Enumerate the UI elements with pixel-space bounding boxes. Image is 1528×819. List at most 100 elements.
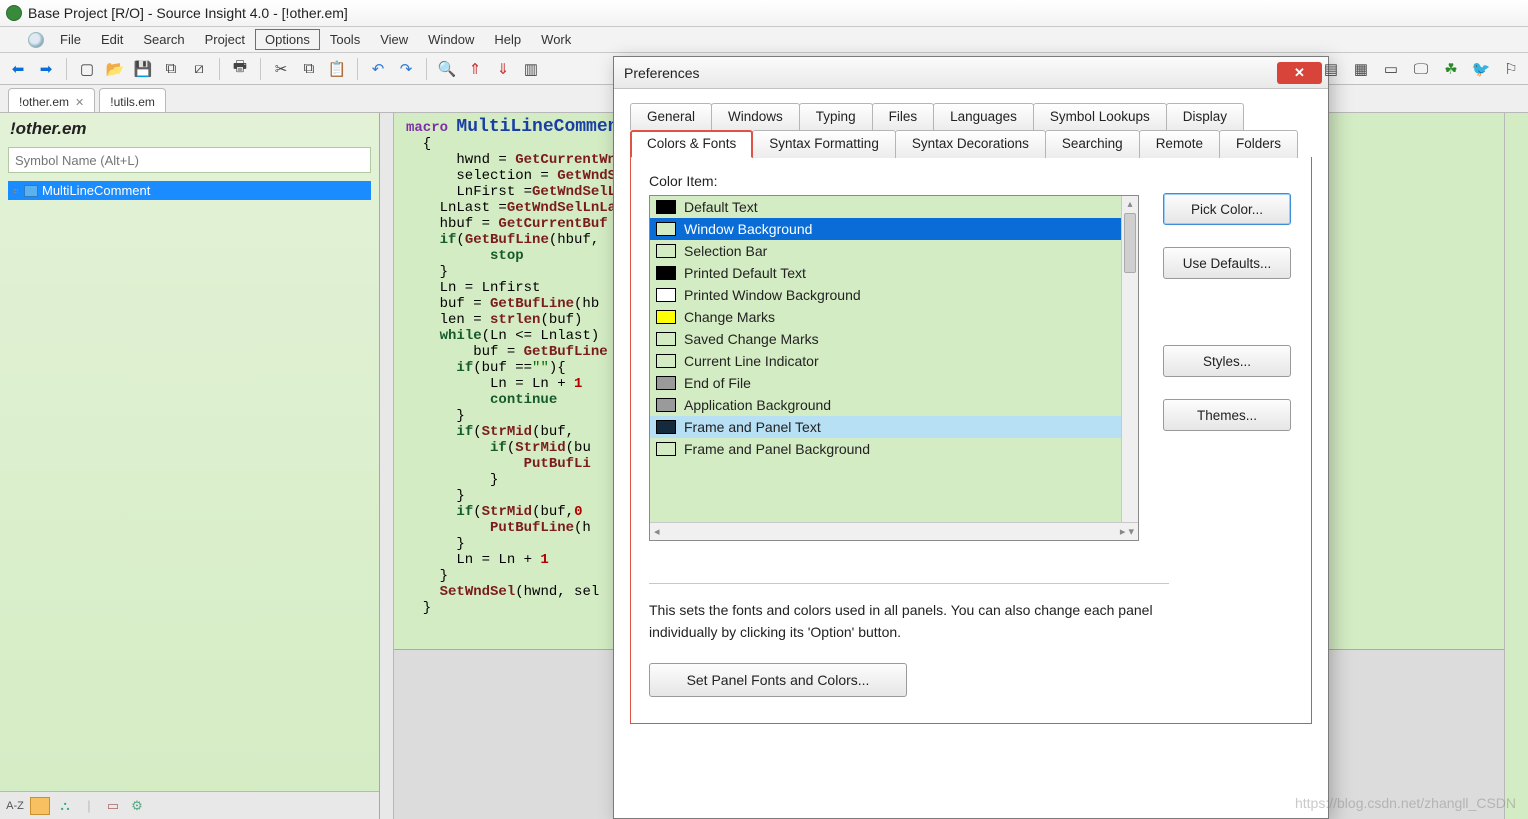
dialog-close-button[interactable]: ✕ <box>1277 62 1322 84</box>
watermark: https://blog.csdn.net/zhangll_CSDN <box>1295 795 1516 811</box>
color-swatch <box>656 288 676 302</box>
toolbar-separator <box>66 58 67 80</box>
color-item-row[interactable]: Frame and Panel Background <box>650 438 1138 460</box>
color-item-row[interactable]: Change Marks <box>650 306 1138 328</box>
color-item-row[interactable]: Saved Change Marks <box>650 328 1138 350</box>
themes-button[interactable]: Themes... <box>1163 399 1291 431</box>
find-icon[interactable]: 🔍 <box>435 57 459 81</box>
pref-tab-windows[interactable]: Windows <box>711 103 800 130</box>
book-icon[interactable]: ▭ <box>1380 58 1402 80</box>
pref-tab-searching[interactable]: Searching <box>1045 130 1140 158</box>
color-item-label: Color Item: <box>649 173 1293 189</box>
find-prev-icon[interactable]: ⇑ <box>463 57 487 81</box>
color-item-row[interactable]: Printed Window Background <box>650 284 1138 306</box>
save-icon[interactable]: 💾 <box>131 57 155 81</box>
color-swatch <box>656 398 676 412</box>
color-item-name: Current Line Indicator <box>684 353 819 369</box>
styles-button[interactable]: Styles... <box>1163 345 1291 377</box>
color-item-row[interactable]: Frame and Panel Text <box>650 416 1138 438</box>
dialog-titlebar[interactable]: Preferences ✕ <box>614 57 1328 89</box>
color-item-row[interactable]: Application Background <box>650 394 1138 416</box>
find-next-icon[interactable]: ⇓ <box>491 57 515 81</box>
pref-tabs: GeneralWindowsTypingFilesLanguagesSymbol… <box>630 103 1312 724</box>
divider <box>649 583 1169 584</box>
document-tab[interactable]: !utils.em <box>99 88 166 112</box>
menu-file[interactable]: File <box>50 29 91 50</box>
pref-tab-languages[interactable]: Languages <box>933 103 1034 130</box>
use-defaults-button[interactable]: Use Defaults... <box>1163 247 1291 279</box>
undo-icon[interactable]: ↶ <box>366 57 390 81</box>
pref-tab-remote[interactable]: Remote <box>1139 130 1220 158</box>
flag-icon[interactable]: ⚐ <box>1500 58 1522 80</box>
hierarchy-icon[interactable]: ⛬ <box>56 797 74 815</box>
cut-icon[interactable]: ✂ <box>269 57 293 81</box>
menu-search[interactable]: Search <box>133 29 194 50</box>
sort-az-icon[interactable]: A-Z <box>6 797 24 815</box>
nav-forward-button[interactable]: ➡ <box>34 57 58 81</box>
menu-project[interactable]: Project <box>195 29 255 50</box>
panel2-icon[interactable]: ▦ <box>1350 58 1372 80</box>
color-item-row[interactable]: Window Background <box>650 218 1138 240</box>
toolbar-separator <box>357 58 358 80</box>
tree-expand-icon[interactable] <box>14 189 18 193</box>
color-item-row[interactable]: Printed Default Text <box>650 262 1138 284</box>
menu-options[interactable]: Options <box>255 29 320 50</box>
search-globe-icon[interactable] <box>28 32 44 48</box>
pick-color-button[interactable]: Pick Color... <box>1163 193 1291 225</box>
menu-tools[interactable]: Tools <box>320 29 370 50</box>
new-file-icon[interactable]: ▢ <box>75 57 99 81</box>
color-item-row[interactable]: Default Text <box>650 196 1138 218</box>
pref-tab-syntax-decorations[interactable]: Syntax Decorations <box>895 130 1046 158</box>
close-icon[interactable]: ✕ <box>75 96 84 109</box>
color-item-listbox[interactable]: Default TextWindow BackgroundSelection B… <box>649 195 1139 541</box>
color-item-name: Printed Default Text <box>684 265 806 281</box>
nav-back-button[interactable]: ⬅ <box>6 57 30 81</box>
pref-tab-symbol-lookups[interactable]: Symbol Lookups <box>1033 103 1167 130</box>
symbol-tree-item[interactable]: MultiLineComment <box>8 181 371 200</box>
color-item-row[interactable]: End of File <box>650 372 1138 394</box>
pref-tab-display[interactable]: Display <box>1166 103 1244 130</box>
save-all-icon[interactable]: ⧉ <box>159 57 183 81</box>
menu-help[interactable]: Help <box>484 29 531 50</box>
toolbar-separator <box>219 58 220 80</box>
color-item-name: Frame and Panel Background <box>684 441 870 457</box>
leaf-icon[interactable]: ☘ <box>1440 58 1462 80</box>
window-title: Base Project [R/O] - Source Insight 4.0 … <box>28 5 348 21</box>
bird-icon[interactable]: 🐦 <box>1470 58 1492 80</box>
listbox-v-scrollbar[interactable]: ▴ <box>1121 196 1138 522</box>
print-icon[interactable]: 🖶 <box>228 57 252 81</box>
splitter[interactable] <box>380 113 394 819</box>
listbox-h-scrollbar[interactable]: ◂▸ ▾ <box>650 522 1138 540</box>
menu-edit[interactable]: Edit <box>91 29 133 50</box>
pref-tab-syntax-formatting[interactable]: Syntax Formatting <box>752 130 896 158</box>
menu-work[interactable]: Work <box>531 29 581 50</box>
paste-icon[interactable]: 📋 <box>325 57 349 81</box>
symbol-search-input[interactable] <box>8 147 371 173</box>
panel-icon[interactable]: ▤ <box>1320 58 1342 80</box>
color-item-name: Saved Change Marks <box>684 331 819 347</box>
bookmark-icon[interactable]: ▥ <box>519 57 543 81</box>
color-item-row[interactable]: Current Line Indicator <box>650 350 1138 372</box>
color-item-row[interactable]: Selection Bar <box>650 240 1138 262</box>
pref-tab-typing[interactable]: Typing <box>799 103 873 130</box>
dialog-title: Preferences <box>624 65 699 81</box>
set-panel-fonts-button[interactable]: Set Panel Fonts and Colors... <box>649 663 907 697</box>
symbol-tree[interactable]: MultiLineComment <box>8 181 371 787</box>
book-icon[interactable]: ▭ <box>104 797 122 815</box>
menu-view[interactable]: View <box>370 29 418 50</box>
pref-tab-colors-fonts[interactable]: Colors & Fonts <box>630 130 753 158</box>
pref-tab-folders[interactable]: Folders <box>1219 130 1298 158</box>
menu-window[interactable]: Window <box>418 29 484 50</box>
copy-icon[interactable]: ⧉ <box>297 57 321 81</box>
color-swatch <box>656 354 676 368</box>
open-file-icon[interactable]: 📂 <box>103 57 127 81</box>
list-view-icon[interactable] <box>30 797 50 815</box>
toolbar-separator <box>426 58 427 80</box>
gear-icon[interactable]: ⚙ <box>128 797 146 815</box>
pref-tab-files[interactable]: Files <box>872 103 935 130</box>
monitor-icon[interactable]: 🖵 <box>1410 58 1432 80</box>
pref-tab-general[interactable]: General <box>630 103 712 130</box>
document-tab[interactable]: !other.em✕ <box>8 88 95 112</box>
close-doc-icon[interactable]: ⧄ <box>187 57 211 81</box>
redo-icon[interactable]: ↷ <box>394 57 418 81</box>
